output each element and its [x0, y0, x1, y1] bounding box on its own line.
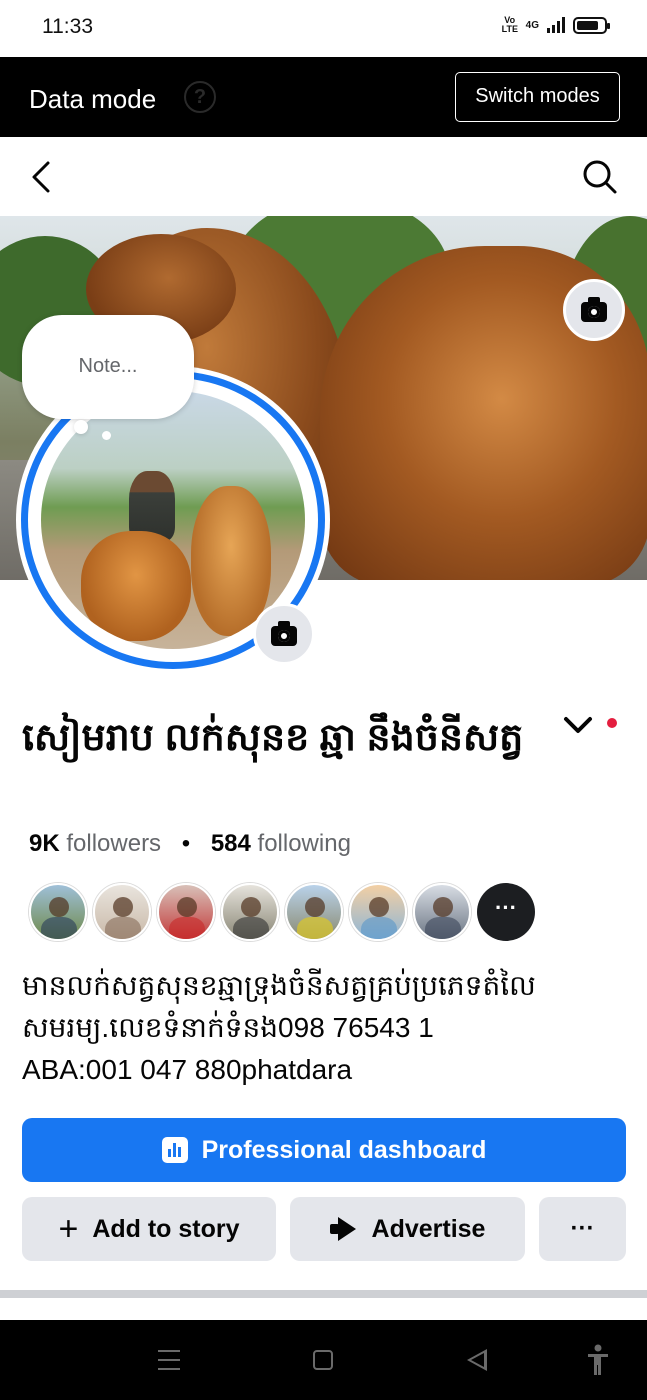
friends-avatar-row: ··· [29, 883, 535, 941]
note-bubble[interactable]: Note... [22, 315, 194, 419]
volte-icon: Vo LTE [501, 15, 518, 34]
dashboard-chart-icon [161, 1137, 188, 1163]
plus-icon: + [58, 1210, 79, 1248]
status-icons: Vo LTE 4G [501, 15, 610, 34]
followers-count[interactable]: 9K [29, 830, 60, 857]
follow-stats: 9K followers • 584 following [29, 830, 351, 858]
signal-bars-icon [547, 17, 565, 33]
following-label[interactable]: following [258, 830, 351, 857]
camera-icon [271, 621, 297, 646]
followers-label[interactable]: followers [66, 830, 161, 857]
chevron-down-icon[interactable] [561, 708, 595, 742]
friend-avatar[interactable] [93, 883, 151, 941]
profile-bio: មានលក់សត្វសុនខឆ្មាទ្រុងចំនីសត្វគ្រប់ប្រភ… [22, 965, 622, 1091]
professional-dashboard-label: Professional dashboard [201, 1135, 487, 1164]
bio-line: ABA:001 047 880phatdara [22, 1054, 353, 1085]
edit-cover-camera-button[interactable] [563, 279, 625, 341]
advertise-button[interactable]: Advertise [290, 1197, 525, 1261]
following-count[interactable]: 584 [211, 830, 251, 857]
edit-profile-picture-camera-button[interactable] [253, 603, 315, 665]
battery-level [577, 20, 598, 30]
add-to-story-button[interactable]: + Add to story [22, 1197, 276, 1261]
professional-dashboard-button[interactable]: Professional dashboard [22, 1118, 626, 1182]
stats-separator: • [181, 830, 191, 857]
bio-line: សមរម្យ.លេខទំនាក់ទំនង098 76543 1 [22, 1012, 434, 1043]
friend-avatar[interactable] [221, 883, 279, 941]
friend-avatar[interactable] [29, 883, 87, 941]
signal-4g-icon: 4G [525, 19, 539, 31]
status-bar: 11:33 Vo LTE 4G [0, 0, 647, 57]
top-navigation [0, 137, 647, 216]
more-options-button[interactable]: ··· [539, 1197, 626, 1261]
friend-avatar[interactable] [413, 883, 471, 941]
battery-icon [573, 16, 610, 34]
friend-avatar[interactable] [349, 883, 407, 941]
status-time: 11:33 [42, 15, 93, 38]
note-bubble-tail [102, 431, 111, 440]
friend-avatar[interactable] [285, 883, 343, 941]
data-mode-bar: Data mode ? Switch modes [0, 57, 647, 137]
switch-modes-button[interactable]: Switch modes [455, 72, 620, 122]
data-mode-title: Data mode [29, 84, 157, 114]
recent-apps-icon[interactable] [158, 1350, 180, 1370]
search-icon[interactable] [582, 159, 618, 195]
note-bubble-tail [74, 420, 88, 434]
megaphone-icon [329, 1217, 358, 1241]
profile-name: សៀមរាប លក់សុនខ ឆ្មា នឹងចំនីសត្វ [22, 717, 524, 759]
advertise-label: Advertise [371, 1214, 486, 1243]
section-divider [0, 1290, 647, 1298]
system-navigation-bar [0, 1320, 647, 1400]
add-to-story-label: Add to story [92, 1214, 240, 1243]
notification-dot [607, 718, 617, 728]
friend-avatar[interactable] [157, 883, 215, 941]
note-placeholder: Note... [78, 355, 138, 377]
help-icon[interactable]: ? [184, 81, 216, 113]
more-friends-button[interactable]: ··· [477, 883, 535, 941]
home-icon[interactable] [313, 1350, 333, 1370]
back-arrow-icon[interactable] [26, 159, 58, 195]
accessibility-icon[interactable] [586, 1344, 610, 1376]
bio-line: មានលក់សត្វសុនខឆ្មាទ្រុងចំនីសត្វគ្រប់ប្រភ… [22, 970, 536, 1001]
camera-icon [581, 297, 607, 322]
